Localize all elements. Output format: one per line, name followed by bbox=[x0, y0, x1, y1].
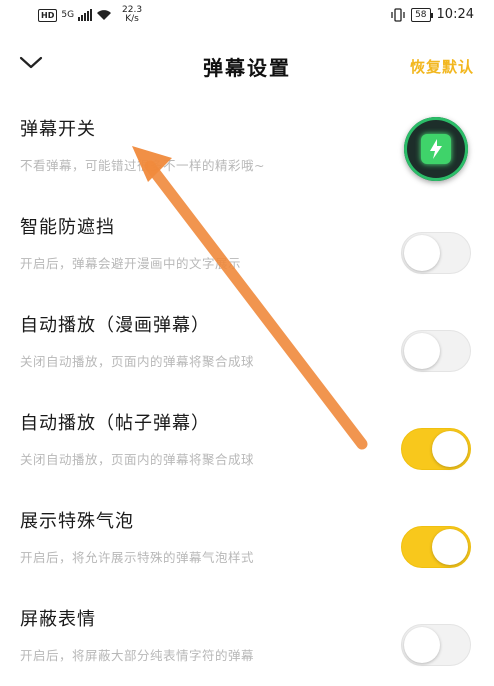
setting-row-special-bubble: 展示特殊气泡 开启后，将允许展示特殊的弹幕气泡样式 bbox=[0, 492, 494, 588]
setting-title: 弹幕开关 bbox=[20, 119, 96, 140]
setting-subtitle: 关闭自动播放，页面内的弹幕将聚合成球 bbox=[20, 354, 255, 369]
network-speed: 22.3 K/s bbox=[122, 6, 142, 24]
toggle-switch[interactable] bbox=[401, 330, 471, 372]
vibrate-icon bbox=[391, 7, 405, 22]
reset-default-button[interactable]: 恢复默认 bbox=[410, 56, 474, 77]
battery-icon: 58 bbox=[411, 7, 434, 22]
speed-unit: K/s bbox=[125, 14, 139, 24]
toggle-switch[interactable] bbox=[401, 526, 471, 568]
setting-title: 自动播放（漫画弹幕） bbox=[20, 315, 210, 336]
hd-badge: HD bbox=[38, 8, 58, 22]
status-bar: HD 5G 22.3 K/s 58 10:24 bbox=[0, 0, 494, 32]
toggle-switch[interactable] bbox=[401, 232, 471, 274]
setting-title: 智能防遮挡 bbox=[20, 217, 115, 238]
setting-row-smart-anti-block: 智能防遮挡 开启后，弹幕会避开漫画中的文字展示 bbox=[0, 198, 494, 294]
toggle-knob bbox=[404, 235, 440, 271]
setting-title: 展示特殊气泡 bbox=[20, 511, 134, 532]
wifi-icon bbox=[97, 10, 112, 20]
setting-title: 自动播放（帖子弹幕） bbox=[20, 413, 210, 434]
setting-row-autoplay-comic: 自动播放（漫画弹幕） 关闭自动播放，页面内的弹幕将聚合成球 bbox=[0, 296, 494, 392]
header: 弹幕设置 恢复默认 bbox=[0, 40, 494, 90]
toggle-knob bbox=[404, 627, 440, 663]
status-right: 58 10:24 bbox=[391, 7, 474, 22]
toggle-switch[interactable] bbox=[401, 428, 471, 470]
setting-subtitle: 开启后，弹幕会避开漫画中的文字展示 bbox=[20, 256, 242, 271]
floating-assistant-button[interactable] bbox=[404, 117, 468, 181]
setting-row-autoplay-post: 自动播放（帖子弹幕） 关闭自动播放，页面内的弹幕将聚合成球 bbox=[0, 394, 494, 490]
setting-subtitle: 开启后，将允许展示特殊的弹幕气泡样式 bbox=[20, 550, 255, 565]
signal-icon bbox=[78, 9, 93, 21]
setting-subtitle: 关闭自动播放，页面内的弹幕将聚合成球 bbox=[20, 452, 255, 467]
toggle-knob bbox=[404, 333, 440, 369]
setting-title: 屏蔽表情 bbox=[20, 609, 96, 630]
toggle-knob bbox=[432, 431, 468, 467]
status-left: HD 5G 22.3 K/s bbox=[38, 6, 142, 24]
toggle-knob bbox=[432, 529, 468, 565]
clock: 10:24 bbox=[436, 7, 474, 22]
setting-subtitle: 开启后，将屏蔽大部分纯表情字符的弹幕 bbox=[20, 648, 255, 663]
toggle-switch[interactable] bbox=[401, 624, 471, 666]
setting-subtitle: 不看弹幕，可能错过很多不一样的精彩哦~ bbox=[20, 158, 265, 173]
lightning-icon bbox=[430, 139, 442, 159]
setting-row-block-emoji: 屏蔽表情 开启后，将屏蔽大部分纯表情字符的弹幕 bbox=[0, 590, 494, 686]
network-type: 5G bbox=[61, 9, 75, 20]
